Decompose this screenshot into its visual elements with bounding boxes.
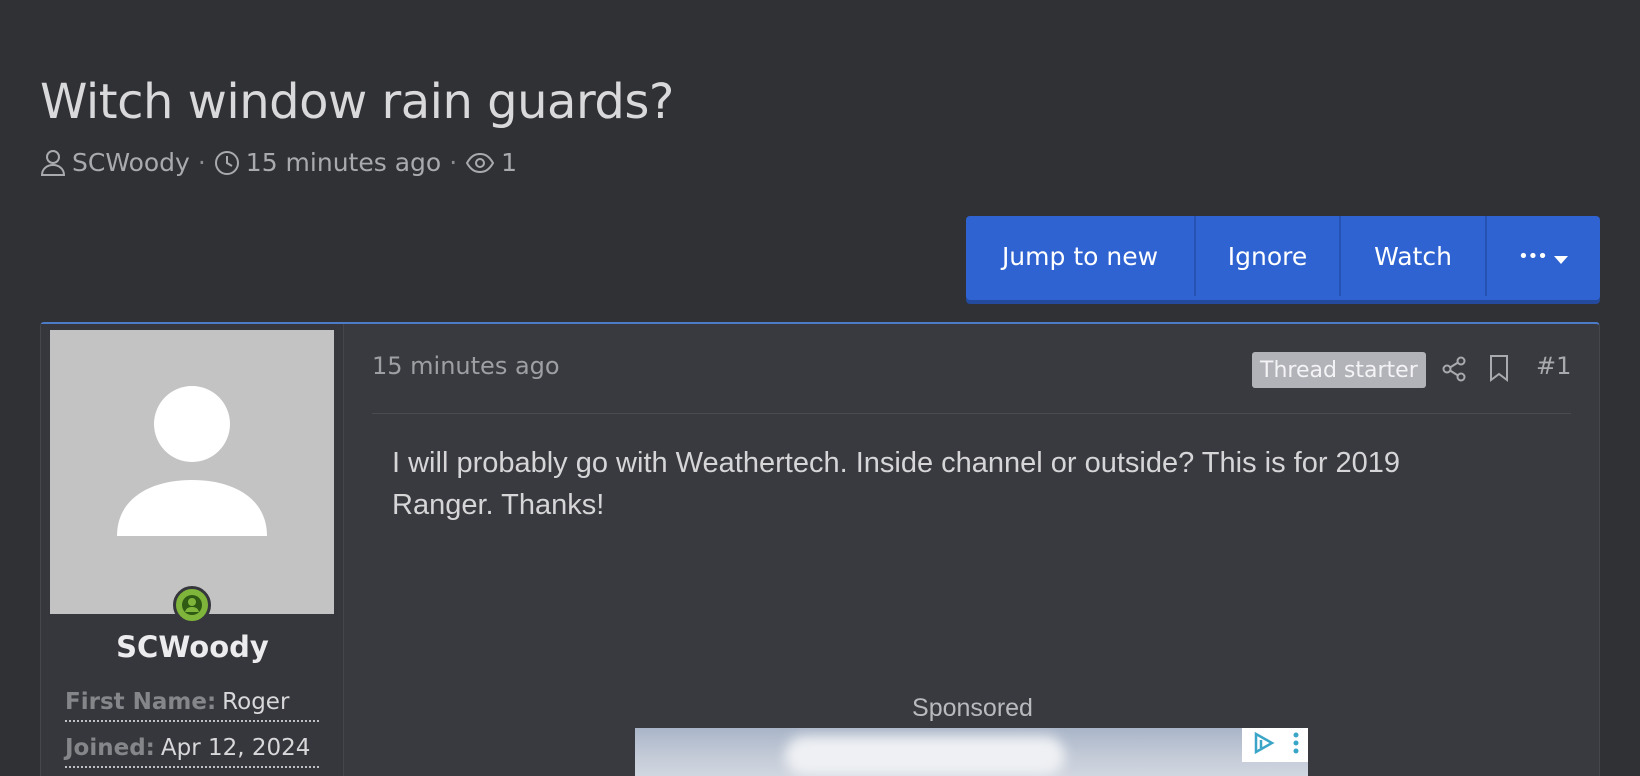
thread-author-link[interactable]: SCWoody [72,148,190,177]
ad-menu-icon[interactable] [1292,731,1300,759]
post-user-cell: SCWoody First Name: Roger Joined: Apr 12… [41,324,344,776]
thread-meta: SCWoody · 15 minutes ago · 1 [40,148,517,177]
post-username[interactable]: SCWoody [41,630,344,664]
eye-icon [465,152,495,174]
clock-icon [214,150,240,176]
post-main: 15 minutes ago Thread starter #1 I will … [344,324,1599,776]
thread-starter-badge: Thread starter [1252,352,1426,388]
user-icon [40,149,66,177]
thread-actions: Jump to new Ignore Watch ••• [966,216,1600,300]
meta-separator: · [197,148,206,177]
ignore-button[interactable]: Ignore [1196,216,1341,296]
share-icon[interactable] [1442,356,1466,386]
user-field-joined: Joined: Apr 12, 2024 [65,728,319,768]
jump-to-new-button[interactable]: Jump to new [966,216,1196,296]
post-body: I will probably go with Weathertech. Ins… [392,447,1401,521]
ad-choices[interactable] [1242,728,1308,762]
more-options-button[interactable]: ••• [1487,216,1600,296]
user-field-label: First Name: [65,689,217,715]
watch-button[interactable]: Watch [1341,216,1487,296]
sponsored-label: Sponsored [912,694,1033,722]
thread-view-count: 1 [501,148,518,177]
post-header: 15 minutes ago Thread starter #1 [372,324,1571,414]
default-avatar-icon [117,386,267,536]
user-field-value: Roger [222,689,290,715]
sponsored-ad-image[interactable] [635,728,1308,776]
bookmark-icon[interactable] [1488,354,1510,386]
caret-down-icon [1553,242,1569,271]
post-message: SCWoody First Name: Roger Joined: Apr 12… [40,322,1600,776]
meta-separator: · [449,148,458,177]
user-field-label: Joined: [65,735,155,761]
thread-posted-time[interactable]: 15 minutes ago [246,148,441,177]
more-options-label: ••• [1518,245,1548,267]
online-status-icon [173,586,211,624]
thread-title: Witch window rain guards? [40,74,674,130]
ad-choices-icon[interactable] [1251,731,1275,759]
thread-page: Witch window rain guards? SCWoody · 15 m… [0,0,1640,776]
post-time-link[interactable]: 15 minutes ago [372,352,560,380]
user-field-first-name: First Name: Roger [65,682,319,722]
avatar[interactable] [50,330,334,614]
ad-cloud [785,736,1065,776]
post-number-link[interactable]: #1 [1536,352,1571,380]
user-field-value: Apr 12, 2024 [160,735,311,761]
